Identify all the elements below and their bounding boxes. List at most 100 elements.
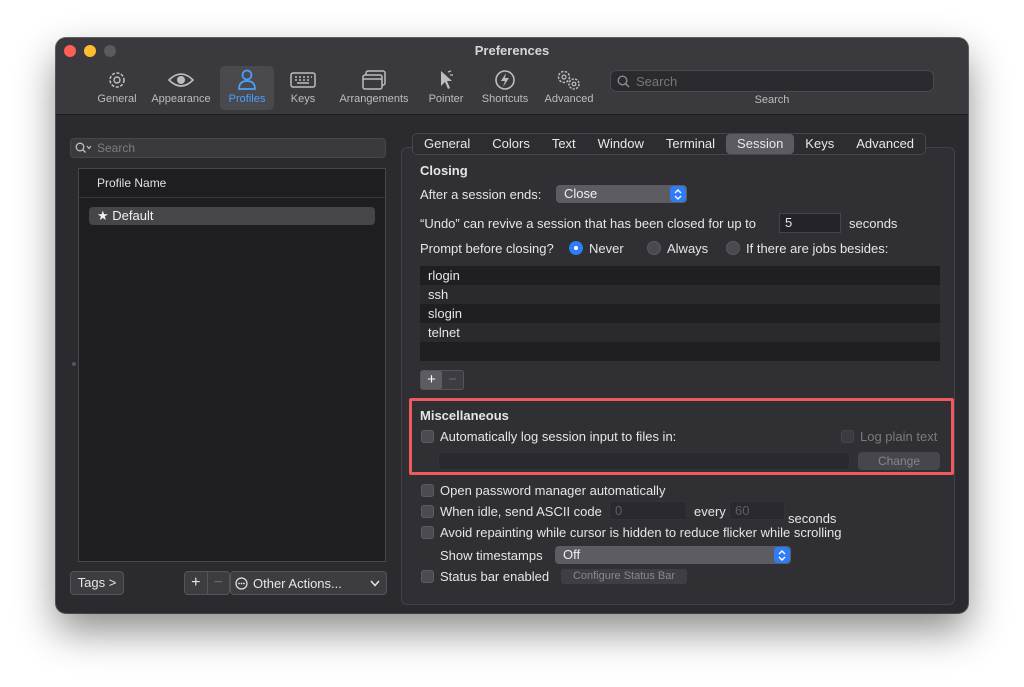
toolbar-general[interactable]: General (93, 66, 141, 110)
updown-chevron-icon (670, 186, 686, 202)
lightning-icon (494, 68, 516, 92)
toolbar-general-label: General (97, 93, 137, 105)
log-directory-field[interactable] (438, 452, 850, 470)
closing-heading: Closing (420, 163, 468, 178)
after-session-ends-value: Close (564, 186, 598, 201)
prompt-never-label: Never (589, 241, 624, 256)
toolbar-appearance[interactable]: Appearance (148, 66, 214, 110)
remove-profile-button[interactable]: − (206, 572, 230, 594)
auto-log-checkbox[interactable] (421, 430, 434, 443)
list-item-empty (420, 342, 940, 361)
tab-window[interactable]: Window (587, 134, 655, 154)
toolbar-arrangements[interactable]: Arrangements (334, 66, 414, 110)
prompt-always-label: Always (667, 241, 709, 256)
prompt-jobs-label: If there are jobs besides: (746, 241, 889, 256)
prompt-jobs-radio[interactable] (726, 241, 740, 255)
tab-terminal[interactable]: Terminal (655, 134, 726, 154)
password-manager-label: Open password manager automatically (440, 483, 666, 498)
idle-every-label: every (694, 504, 726, 519)
search-icon (75, 142, 93, 154)
ellipsis-circle-icon (235, 576, 248, 590)
keyboard-icon (290, 68, 316, 92)
list-item[interactable]: telnet (420, 323, 940, 342)
toolbar-advanced-label: Advanced (544, 93, 594, 105)
undo-seconds-field[interactable]: 5 (779, 213, 841, 233)
toolbar-pointer-label: Pointer (428, 93, 464, 105)
profile-add-remove: + − (184, 571, 230, 595)
idle-code-field[interactable]: 0 (609, 501, 687, 520)
chevron-down-icon (370, 580, 380, 587)
toolbar-profiles[interactable]: Profiles (220, 66, 274, 110)
tab-keys[interactable]: Keys (794, 134, 845, 154)
prompt-always-radio[interactable] (647, 241, 661, 255)
idle-seconds-unit: seconds (788, 511, 837, 526)
avoid-repaint-checkbox[interactable] (421, 526, 434, 539)
eye-icon (168, 68, 194, 92)
undo-seconds-unit: seconds (849, 216, 898, 231)
avoid-repaint-label: Avoid repainting while cursor is hidden … (440, 525, 842, 540)
toolbar-appearance-label: Appearance (151, 93, 211, 105)
tags-button[interactable]: Tags > (70, 571, 124, 595)
idle-seconds-field[interactable]: 60 (729, 501, 785, 520)
gears-icon (555, 68, 583, 92)
updown-chevron-icon (774, 547, 790, 563)
windows-icon (361, 68, 387, 92)
toolbar-search-label: Search (754, 94, 790, 106)
add-job-button[interactable]: + (421, 371, 442, 389)
toolbar-search-input[interactable]: Search (610, 70, 934, 92)
misc-heading: Miscellaneous (420, 408, 509, 423)
prompt-before-closing-label: Prompt before closing? (420, 241, 554, 256)
tab-text[interactable]: Text (541, 134, 587, 154)
gear-icon (106, 68, 128, 92)
preferences-window: Preferences General Appearance Profiles … (56, 38, 968, 613)
toolbar-keys[interactable]: Keys (282, 66, 324, 110)
log-plain-text-checkbox[interactable] (841, 430, 854, 443)
profile-name-header[interactable]: Profile Name (79, 169, 385, 198)
split-handle[interactable] (72, 362, 76, 366)
show-timestamps-select[interactable]: Off (555, 546, 791, 564)
profile-list: Profile Name ★ Default (78, 168, 386, 562)
show-timestamps-label: Show timestamps (440, 548, 543, 563)
remove-job-button[interactable]: − (442, 371, 463, 389)
password-manager-checkbox[interactable] (421, 484, 434, 497)
profile-filter-placeholder: Search (97, 141, 136, 155)
after-session-ends-select[interactable]: Close (556, 185, 687, 203)
other-actions-label: Other Actions... (253, 575, 342, 591)
list-item[interactable]: rlogin (420, 266, 940, 285)
undo-label: “Undo” can revive a session that has bee… (420, 216, 757, 231)
toolbar-shortcuts-label: Shortcuts (481, 93, 529, 105)
toolbar-pointer[interactable]: Pointer (422, 66, 470, 110)
pointer-icon (436, 68, 456, 92)
person-icon (237, 68, 257, 92)
after-session-ends-label: After a session ends: (420, 187, 542, 202)
list-item[interactable]: ssh (420, 285, 940, 304)
list-item[interactable]: slogin (420, 304, 940, 323)
search-icon (617, 74, 630, 88)
prompt-never-radio[interactable] (569, 241, 583, 255)
configure-status-bar-button[interactable]: Configure Status Bar (561, 569, 687, 584)
toolbar-profiles-label: Profiles (228, 93, 266, 105)
toolbar-shortcuts[interactable]: Shortcuts (476, 66, 534, 110)
change-button[interactable]: Change (858, 452, 940, 470)
other-actions-button[interactable]: Other Actions... (230, 571, 387, 595)
profile-item-label: Default (112, 208, 154, 223)
tab-general[interactable]: General (413, 134, 481, 154)
profile-filter-input[interactable]: Search (70, 138, 386, 158)
profile-item-default[interactable]: ★ Default (89, 207, 375, 225)
idle-send-checkbox[interactable] (421, 505, 434, 518)
tab-colors[interactable]: Colors (481, 134, 541, 154)
profile-tabs: General Colors Text Window Terminal Sess… (412, 133, 927, 155)
log-plain-text-label: Log plain text (860, 429, 938, 444)
show-timestamps-value: Off (563, 547, 581, 562)
toolbar-search-placeholder: Search (636, 73, 678, 89)
jobs-list: rlogin ssh slogin telnet (420, 266, 940, 361)
auto-log-label: Automatically log session input to files… (440, 429, 677, 444)
status-bar-checkbox[interactable] (421, 570, 434, 583)
toolbar-advanced[interactable]: Advanced (540, 66, 598, 110)
jobs-add-remove: + − (420, 370, 464, 390)
tab-session[interactable]: Session (726, 134, 795, 154)
idle-send-label: When idle, send ASCII code (440, 504, 602, 519)
add-profile-button[interactable]: + (185, 572, 207, 594)
window-title: Preferences (474, 43, 550, 58)
tab-advanced[interactable]: Advanced (845, 134, 925, 154)
